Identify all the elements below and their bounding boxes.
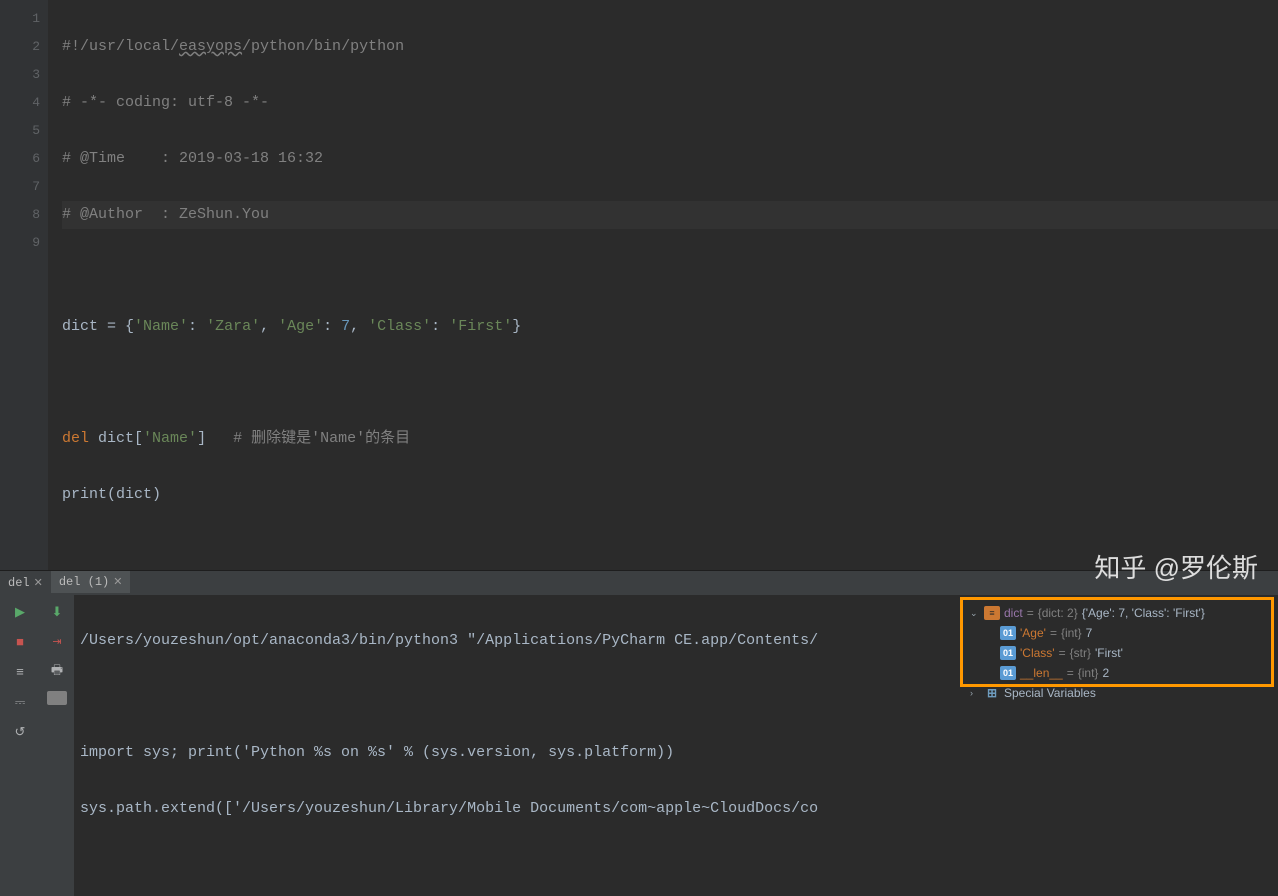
console-line: /Users/youzeshun/opt/anaconda3/bin/pytho… (80, 627, 954, 655)
link-icon[interactable]: ⎓ (8, 691, 32, 713)
var-special[interactable]: › ⊞ Special Variables (966, 683, 1272, 703)
history-icon[interactable]: ↺ (8, 721, 32, 743)
line-number: 3 (0, 61, 40, 89)
int-type-icon: 01 (1000, 666, 1016, 680)
var-len[interactable]: 01 __len__ = {int} 2 (966, 663, 1272, 683)
var-class[interactable]: 01 'Class' = {str} 'First' (966, 643, 1272, 663)
print-icon[interactable]: 🖶 (45, 661, 69, 683)
variables-panel[interactable]: ⌄ ≡ dict = {dict: 2} {'Age': 7, 'Class':… (960, 595, 1278, 896)
str-type-icon: 01 (1000, 646, 1016, 660)
console-toolbar-1: ▶ ■ ≡ ⎓ ↺ (0, 595, 40, 896)
console-panel: del✕ del (1)✕ ▶ ■ ≡ ⎓ ↺ ⬇ ⇥ 🖶 /Users/you… (0, 571, 1278, 896)
console-toolbar-2: ⬇ ⇥ 🖶 (40, 595, 74, 896)
close-icon[interactable]: ✕ (113, 575, 122, 589)
stop-button[interactable]: ■ (8, 631, 32, 653)
line-number: 4 (0, 89, 40, 117)
structure-icon[interactable]: ≡ (8, 661, 32, 683)
line-number: 2 (0, 33, 40, 61)
editor-pane: 1 2 3 4 5 6 7 8 9 #!/usr/local/easyops/p… (0, 0, 1278, 571)
var-dict[interactable]: ⌄ ≡ dict = {dict: 2} {'Age': 7, 'Class':… (966, 603, 1272, 623)
line-number: 7 (0, 173, 40, 201)
grid-icon: ⊞ (984, 686, 1000, 700)
console-line: import sys; print('Python %s on %s' % (s… (80, 739, 954, 767)
chevron-down-icon[interactable]: ⌄ (970, 603, 980, 623)
line-gutter: 1 2 3 4 5 6 7 8 9 (0, 0, 48, 570)
tab-del[interactable]: del✕ (0, 572, 51, 594)
chevron-right-icon[interactable]: › (970, 683, 980, 703)
line-number: 6 (0, 145, 40, 173)
line-number: 8 (0, 201, 40, 229)
console-tabs: del✕ del (1)✕ (0, 571, 1278, 595)
diff-icon[interactable] (47, 691, 67, 705)
rerun-button[interactable]: ▶ (8, 601, 32, 623)
var-age[interactable]: 01 'Age' = {int} 7 (966, 623, 1272, 643)
int-type-icon: 01 (1000, 626, 1016, 640)
tab-del-1[interactable]: del (1)✕ (51, 571, 131, 595)
close-icon[interactable]: ✕ (34, 576, 43, 590)
line-number: 1 (0, 5, 40, 33)
dict-type-icon: ≡ (984, 606, 1000, 620)
code-editor[interactable]: #!/usr/local/easyops/python/bin/python #… (48, 0, 1278, 570)
track-button[interactable]: ⇥ (45, 631, 69, 653)
console-output[interactable]: /Users/youzeshun/opt/anaconda3/bin/pytho… (74, 595, 960, 896)
line-number: 9 (0, 229, 40, 257)
debug-button[interactable]: ⬇ (45, 601, 69, 623)
line-number: 5 (0, 117, 40, 145)
console-line: sys.path.extend(['/Users/youzeshun/Libra… (80, 795, 954, 823)
